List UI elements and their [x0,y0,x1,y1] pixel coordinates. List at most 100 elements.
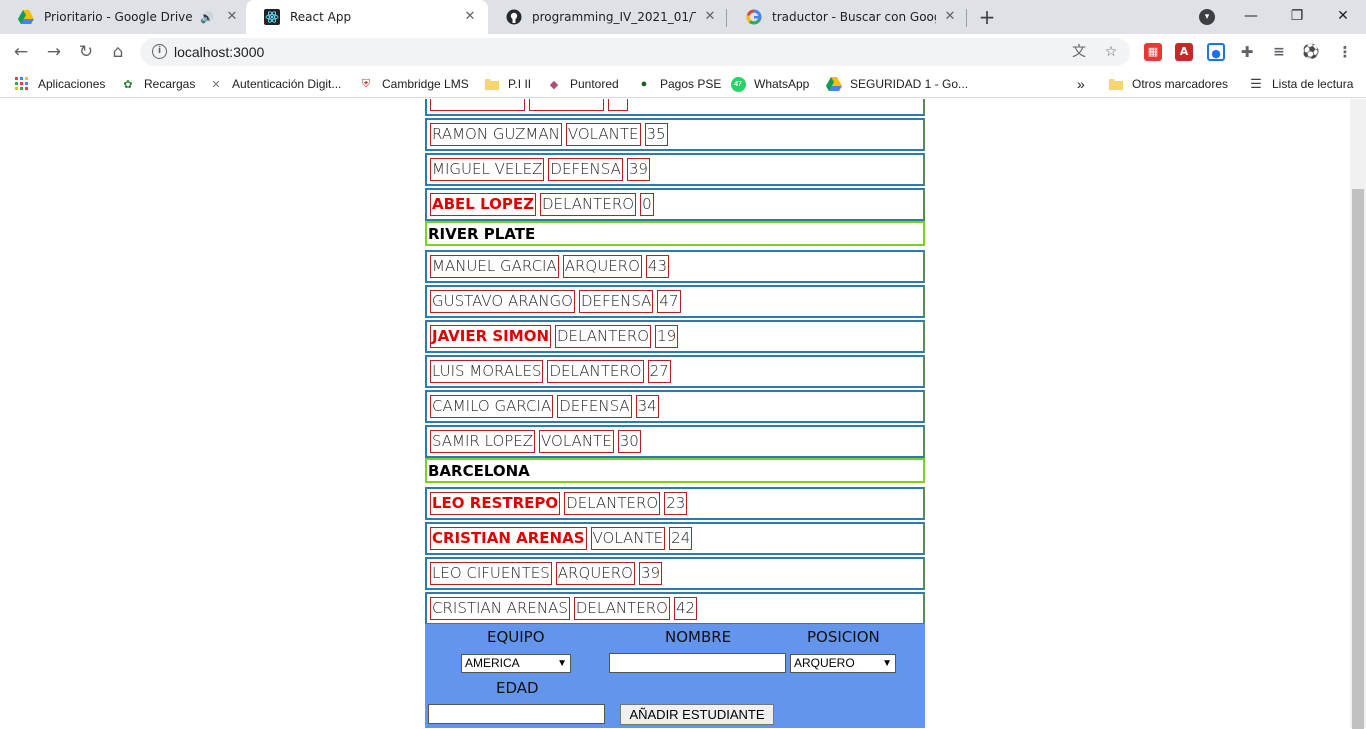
bookmark-pse[interactable]: ● Pagos PSE [636,76,722,92]
screen-capture-icon[interactable]: ● [1207,43,1225,61]
minimize-button[interactable]: — [1228,4,1274,28]
media-control-icon[interactable]: ≡ [1270,43,1288,61]
folder-icon [484,76,500,92]
player-name: MANUEL GARCIA [430,255,559,278]
bookmark-label: Lista de lectura [1272,77,1354,91]
bookmark-seguridad[interactable]: SEGURIDAD 1 - Go... [826,76,968,92]
player-row: LEO CIFUENTES ARQUERO 39 [425,557,925,590]
player-position [529,99,604,111]
player-age: 19 [655,325,679,348]
player-name: CAMILO GARCIA [430,395,554,418]
whatsapp-icon: 47 [730,76,746,92]
page-viewport: RAMON GUZMAN VOLANTE 35 MIGUEL VELEZ DEFENSA… [0,99,1350,728]
translate-icon[interactable]: 文 [1070,43,1088,61]
close-tab-icon[interactable]: ✕ [702,9,718,25]
nombre-label: NOMBRE [665,628,732,646]
menu-kebab-icon[interactable]: ⋮ [1336,43,1354,61]
player-position: DELANTERO [564,492,661,515]
site-info-icon[interactable]: i [152,44,167,59]
player-age: 24 [669,527,693,550]
bookmark-label: Cambridge LMS [382,77,469,91]
tab-github[interactable]: programming_IV_2021_01/TODO ✕ [488,0,728,34]
bookmark-puntored[interactable]: ◆ Puntored [546,76,619,92]
bookmark-label: Puntored [570,77,619,91]
pdf-extension-icon[interactable]: A [1175,43,1193,61]
player-row: LUIS MORALES DELANTERO 27 [425,355,925,388]
player-name: CRISTIAN ARENAS [430,597,570,620]
tab-react-app[interactable]: React App ✕ [246,0,488,34]
player-row: GUSTAVO ARANGO DEFENSA 47 [425,285,925,318]
add-student-button[interactable]: AÑADIR ESTUDIANTE [620,704,774,725]
reload-icon[interactable]: ↻ [74,40,98,64]
profile-avatar-icon[interactable]: ⚽ [1302,43,1320,61]
player-name: CRISTIAN ARENAS [430,527,587,550]
extension-icon[interactable]: ▦ [1144,43,1162,61]
bookmark-label: SEGURIDAD 1 - Go... [850,77,969,91]
player-name: GUSTAVO ARANGO [430,290,575,313]
address-bar[interactable]: i localhost:3000 文 ☆ [140,38,1130,66]
new-tab-button[interactable]: + [976,7,998,29]
extensions-puzzle-icon[interactable]: ✚ [1238,43,1256,61]
forward-icon[interactable]: → [42,40,66,64]
player-name: ABEL LOPEZ [430,193,536,216]
player-position: DELANTERO [539,193,637,216]
recargas-icon: ✿ [123,78,133,91]
team-header: BARCELONA [425,458,925,483]
player-age: 47 [657,290,681,313]
github-icon [506,9,522,25]
reading-list-icon: ☰ [1250,76,1262,91]
posicion-select[interactable]: ARQUERO ▼ [790,654,896,673]
bookmark-cambridge[interactable]: ⛨ Cambridge LMS [358,76,469,92]
url-text[interactable]: localhost:3000 [174,44,264,60]
drive-icon [18,9,34,25]
player-position: ARQUERO [562,255,642,278]
close-tab-icon[interactable]: ✕ [224,9,240,25]
player-name: LUIS MORALES [430,360,544,383]
equipo-select[interactable]: AMERICA ▼ [461,654,571,673]
player-age: 30 [617,430,641,453]
player-name: SAMIR LOPEZ [430,430,536,453]
edad-input[interactable] [428,704,605,724]
page-scrollbar[interactable] [1350,99,1366,729]
close-tab-icon[interactable]: ✕ [462,9,478,25]
bookmark-label: Pagos PSE [660,77,722,91]
player-position: DEFENSA [557,395,632,418]
home-icon[interactable]: ⌂ [106,40,130,64]
scrollbar-thumb[interactable] [1352,189,1364,729]
bookmark-star-icon[interactable]: ☆ [1102,43,1120,61]
nombre-input[interactable] [609,653,786,673]
bookmark-apps[interactable]: Aplicaciones [14,76,105,92]
tab-search-icon[interactable]: ▾ [1199,9,1215,25]
player-age: 0 [640,193,654,216]
player-row: JAVIER SIMON DELANTERO 19 [425,320,925,353]
tab-separator [966,9,967,27]
speaker-icon[interactable]: 🔊 [200,11,214,24]
tab-drive[interactable]: Prioritario - Google Drive 🔊 ✕ [0,0,250,34]
bookmark-whatsapp[interactable]: 47 WhatsApp [730,76,809,92]
bookmark-otros[interactable]: Otros marcadores [1108,76,1228,92]
player-name: MIGUEL VELEZ [430,158,545,181]
player-name [430,99,525,111]
reading-list-button[interactable]: ☰ Lista de lectura [1248,76,1353,92]
player-row: ABEL LOPEZ DELANTERO 0 [425,188,925,221]
player-position: DELANTERO [547,360,644,383]
tab-title: Prioritario - Google Drive [44,10,193,24]
tab-google[interactable]: traductor - Buscar con Google ✕ [728,0,968,34]
apps-grid-icon [14,76,30,92]
tab-title: programming_IV_2021_01/TODO [532,10,696,24]
bookmark-pi[interactable]: P.I II [484,76,531,92]
react-icon [264,9,280,25]
player-age: 42 [673,597,698,620]
restore-button[interactable]: ❐ [1274,4,1320,28]
close-tab-icon[interactable]: ✕ [942,9,958,25]
player-row: SAMIR LOPEZ VOLANTE 30 [425,425,925,458]
player-age: 43 [645,255,670,278]
close-window-button[interactable]: ✕ [1320,4,1366,28]
player-row: MANUEL GARCIA ARQUERO 43 [425,250,925,283]
more-bookmarks-button[interactable]: » [1077,76,1085,92]
player-position: ARQUERO [555,562,635,585]
bookmark-autenticacion[interactable]: ✕ Autenticación Digit... [208,76,341,92]
player-position: VOLANTE [590,527,666,550]
bookmark-recargas[interactable]: ✿ Recargas [120,76,195,92]
back-icon[interactable]: ← [9,40,33,64]
